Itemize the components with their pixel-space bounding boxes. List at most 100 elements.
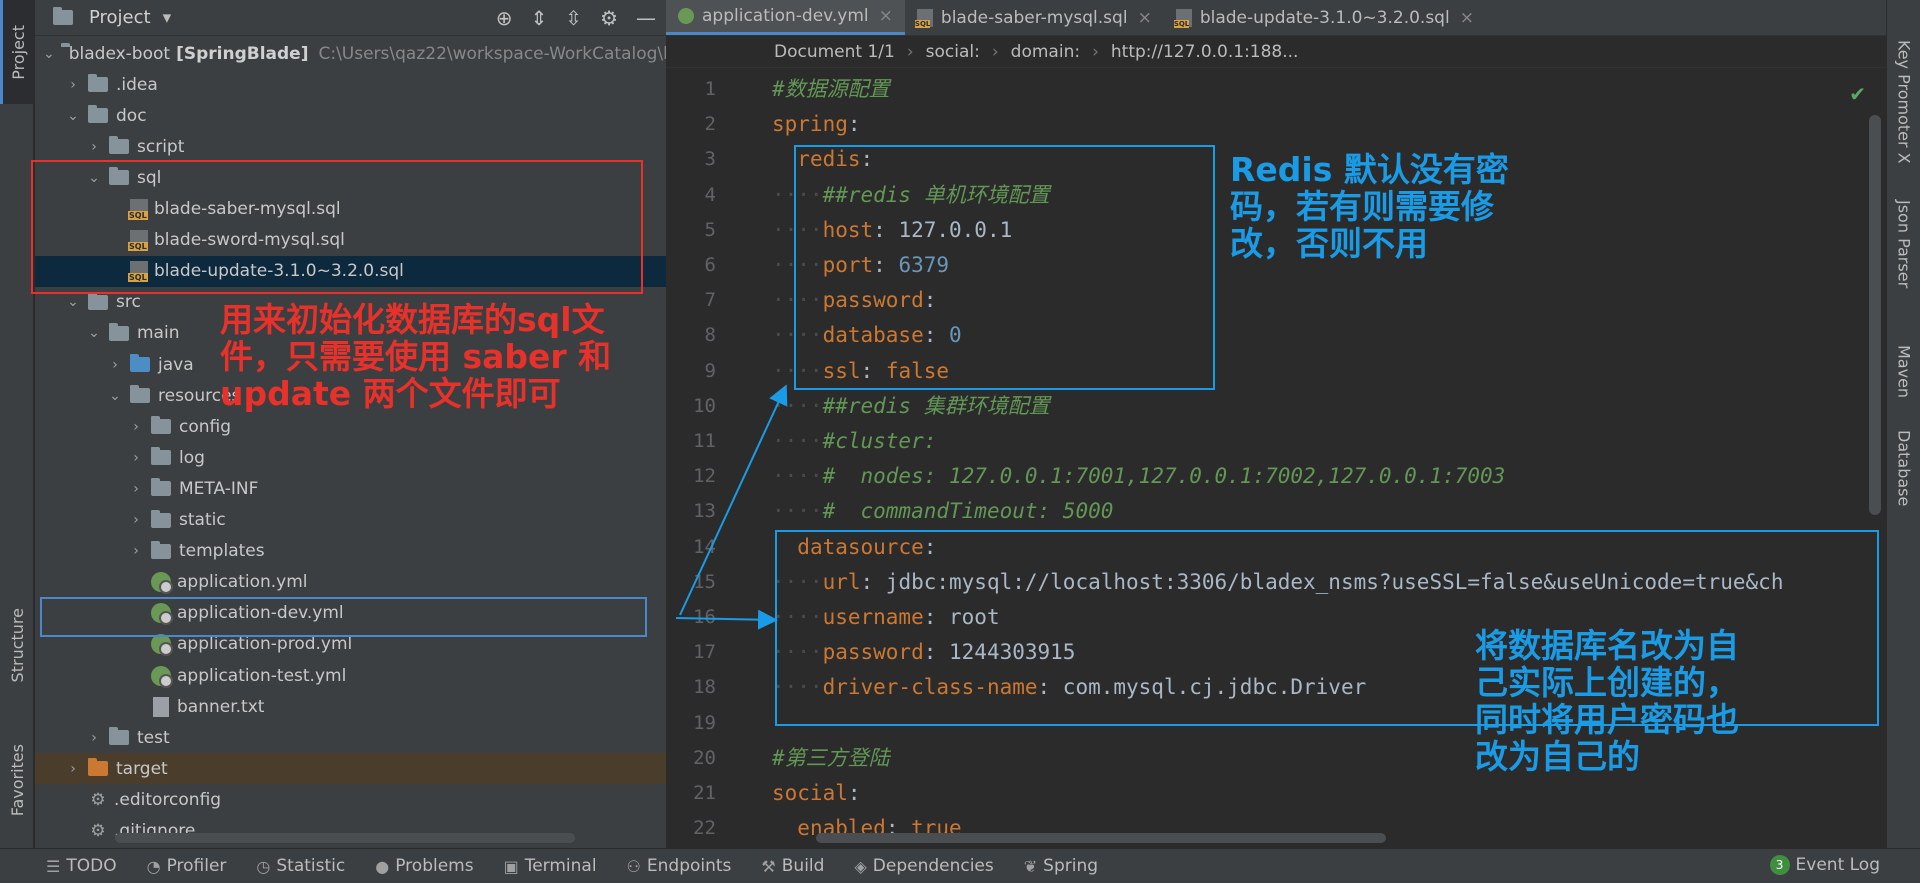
tool-tab-endpoints[interactable]: ⚇ Endpoints [627,856,732,876]
code-line[interactable]: ····# nodes: 127.0.0.1:7001,127.0.0.1:70… [772,459,1505,494]
chevron-down-icon[interactable]: ⌄ [85,170,103,186]
tree-item-folder-log[interactable]: › log [35,442,666,473]
code-line[interactable]: ····##redis 单机环境配置 [772,178,1050,213]
chevron-down-icon[interactable]: ⌄ [64,108,82,124]
code-line[interactable]: spring: [772,107,861,142]
chevron-right-icon: › [906,41,914,62]
tree-item-project-root[interactable]: ⌄ bladex-boot [SpringBlade] C:\Users\qaz22\… [35,38,674,69]
tool-tab-problems[interactable]: ● Problems [375,856,473,876]
tree-item-folder-meta-inf[interactable]: › META-INF [35,473,666,504]
code-token: : [923,323,950,348]
code-line[interactable]: ····url: jdbc:mysql://localhost:3306/bla… [772,565,1783,600]
tree-item-file-application-dev-yml[interactable]: application-dev.yml [35,598,666,629]
code-line[interactable]: ····password: 1244303915 [772,635,1075,670]
tree-item-folder-templates[interactable]: › templates [35,536,666,567]
collapse-all-icon[interactable]: ⇳ [565,6,582,30]
code-line[interactable]: ····database: 0 [772,318,962,353]
editor-scrollbar-horizontal[interactable] [816,833,1386,843]
tree-item-folder-sql[interactable]: ⌄ sql [35,162,666,193]
event-log-button[interactable]: 3 Event Log [1769,855,1880,875]
chevron-right-icon[interactable]: › [85,730,103,746]
tree-item-file-blade-sword-mysql[interactable]: blade-sword-mysql.sql [35,225,666,256]
editor-scrollbar-vertical[interactable] [1869,115,1881,515]
tree-item-file-application-yml[interactable]: application.yml [35,567,666,598]
tool-tab-terminal[interactable]: ▣ Terminal [504,856,597,876]
tool-tab-todo[interactable]: ☰ TODO [46,856,117,876]
chevron-down-icon[interactable]: ⌄ [43,46,55,62]
chevron-right-icon[interactable]: › [64,761,82,777]
code-line[interactable]: ····host: 127.0.0.1 [772,213,1012,248]
minimize-icon[interactable]: — [636,6,656,30]
project-panel-title[interactable]: Project [89,7,151,28]
chevron-down-icon[interactable]: ⌄ [64,294,82,310]
code-line[interactable]: ····#cluster: [772,424,936,459]
tool-tab-dependencies[interactable]: ◈ Dependencies [854,856,993,876]
tool-tab-maven[interactable]: Maven [1887,345,1920,398]
code-line[interactable]: ····ssl: false [772,354,949,389]
tool-tab-favorites[interactable]: Favorites [0,725,34,835]
tool-tab-key-promoter[interactable]: Key Promoter X [1887,40,1920,164]
chevron-right-icon[interactable]: › [127,512,145,528]
close-icon[interactable]: × [1460,8,1474,28]
gear-icon[interactable]: ⚙ [600,6,618,30]
tree-item-file-application-test-yml[interactable]: application-test.yml [35,660,666,691]
chevron-right-icon[interactable]: › [106,357,124,373]
code-line[interactable]: ····username: root [772,600,1000,635]
breadcrumb-item[interactable]: http://127.0.0.1:188... [1111,42,1299,62]
folder-icon [88,758,108,777]
tool-tab-profiler[interactable]: ◔ Profiler [147,856,227,876]
chevron-down-icon[interactable]: ▾ [163,8,172,28]
tree-item-folder-config[interactable]: › config [35,411,666,442]
chevron-down-icon[interactable]: ⌄ [85,325,103,341]
tree-item-folder-static[interactable]: › static [35,505,666,536]
code-line[interactable]: #第三方登陆 [772,741,890,776]
code-line[interactable]: datasource: [772,530,936,565]
tool-tab-build[interactable]: ⚒ Build [761,856,824,876]
tree-item-folder-script[interactable]: › script [35,131,666,162]
code-line[interactable]: redis: [772,142,873,177]
code-line[interactable]: ····driver-class-name: com.mysql.cj.jdbc… [772,670,1366,705]
chevron-right-icon[interactable]: › [127,543,145,559]
chevron-right-icon[interactable]: › [127,481,145,497]
tab-application-dev-yml[interactable]: application-dev.yml × [666,0,905,35]
chevron-right-icon[interactable]: › [127,419,145,435]
chevron-right-icon[interactable]: › [85,139,103,155]
code-token: ···· [772,393,823,418]
breadcrumb-item[interactable]: Document 1/1 [774,42,895,62]
code-line[interactable]: ····##redis 集群环境配置 [772,389,1050,424]
tool-tab-json-parser[interactable]: Json Parser [1887,200,1920,288]
tree-item-file-banner-txt[interactable]: banner.txt [35,691,666,722]
expand-all-icon[interactable]: ⇕ [531,6,548,30]
code-line[interactable]: social: [772,776,861,811]
tree-item-file-blade-saber-mysql[interactable]: blade-saber-mysql.sql [35,194,666,225]
breadcrumb-item[interactable]: domain: [1011,42,1080,62]
breadcrumb-item[interactable]: social: [926,42,980,62]
tool-tab-project[interactable]: Project [0,0,34,104]
tool-tab-statistic[interactable]: ◷ Statistic [256,856,345,876]
locate-icon[interactable]: ⊕ [496,6,513,30]
code-line[interactable]: ····password: [772,283,936,318]
tree-item-folder-idea[interactable]: › .idea [35,69,666,100]
tab-blade-update-sql[interactable]: blade-update-3.1.0~3.2.0.sql × [1164,0,1486,35]
code-line[interactable]: ····# commandTimeout: 5000 [772,494,1113,529]
tree-item-file-application-prod-yml[interactable]: application-prod.yml [35,629,666,660]
tree-item-folder-test[interactable]: › test [35,722,666,753]
code-line[interactable]: ····port: 6379 [772,248,949,283]
chevron-right-icon[interactable]: › [127,450,145,466]
tree-item-folder-target[interactable]: › target [35,753,666,785]
tree-item-file-editorconfig[interactable]: ⚙ .editorconfig [35,784,666,815]
close-icon[interactable]: × [1138,8,1152,28]
tree-scrollbar-horizontal[interactable] [115,833,575,843]
chevron-down-icon[interactable]: ⌄ [106,388,124,404]
tool-tab-database[interactable]: Database [1887,430,1920,506]
tree-item-folder-doc[interactable]: ⌄ doc [35,100,666,131]
tool-tab-spring[interactable]: ❦ Spring [1024,856,1098,876]
code-line[interactable]: #数据源配置 [772,72,890,107]
code-token: : 127.0.0.1 [873,217,1013,242]
tool-tab-structure[interactable]: Structure [0,590,34,700]
tab-blade-saber-mysql-sql[interactable]: blade-saber-mysql.sql × [905,0,1164,35]
tree-item-file-blade-update[interactable]: blade-update-3.1.0~3.2.0.sql [35,255,666,287]
chevron-right-icon[interactable]: › [64,77,82,93]
close-icon[interactable]: × [879,6,893,26]
